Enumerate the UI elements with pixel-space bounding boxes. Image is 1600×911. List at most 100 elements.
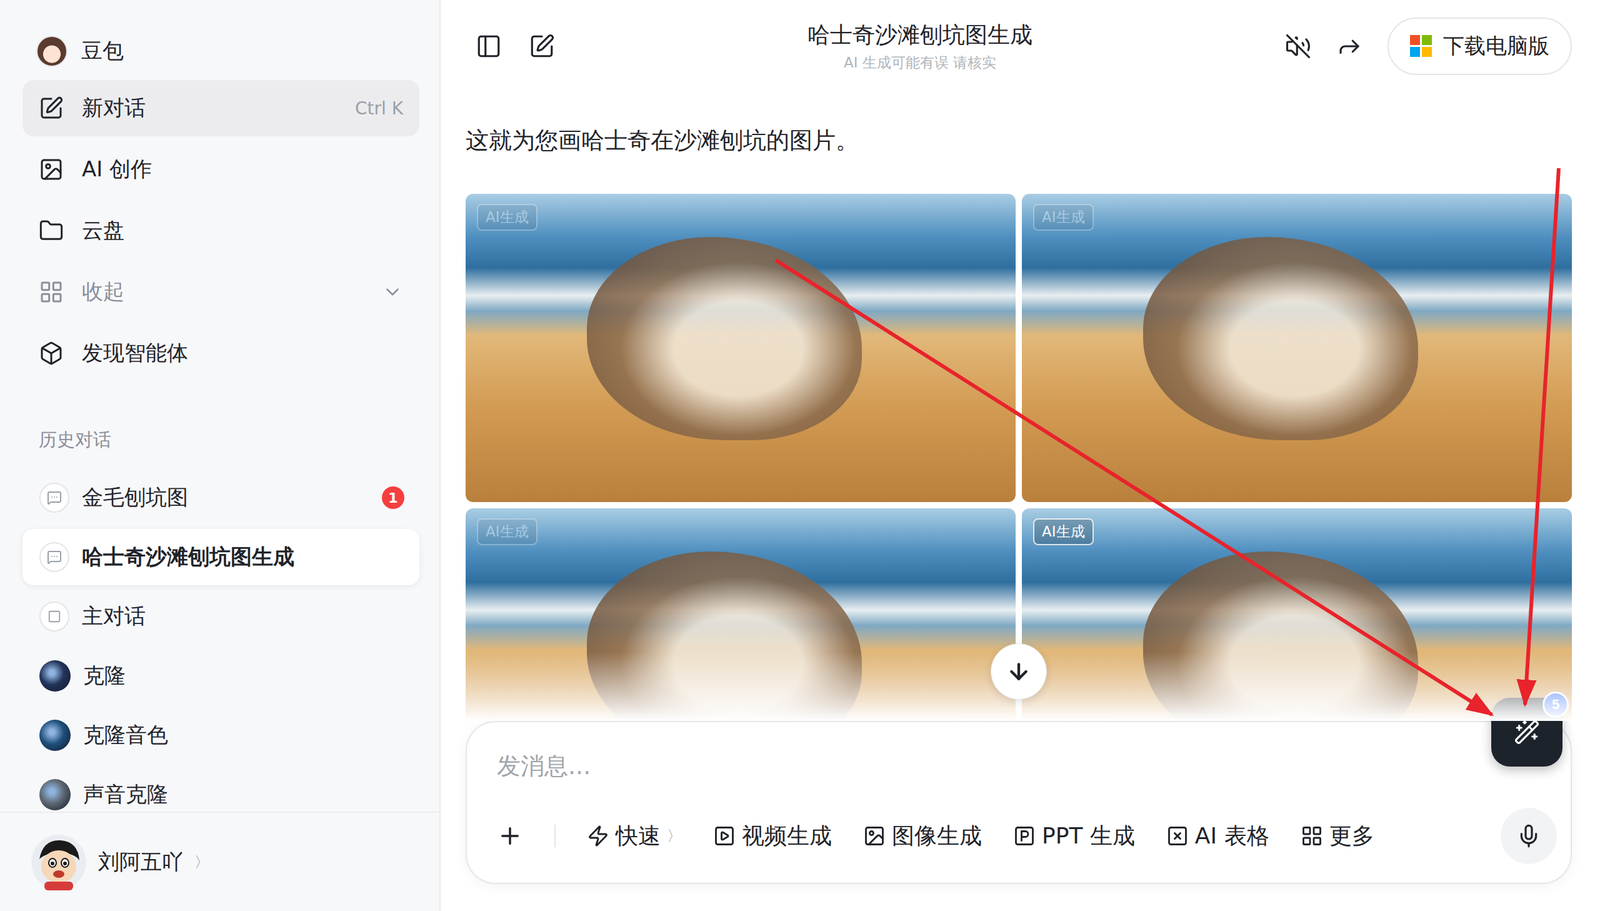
nav-item[interactable]: 收起 xyxy=(22,263,420,320)
history-label: 声音克隆 xyxy=(83,780,405,809)
nav-list: 新对话 Ctrl K AI 创作云盘收起发现智能体 xyxy=(0,80,440,382)
arrow-down-icon xyxy=(1006,658,1032,684)
scroll-down-button[interactable] xyxy=(990,643,1047,700)
tool-button[interactable]: 更多 xyxy=(1300,820,1375,852)
tool-icon xyxy=(586,824,610,847)
tool-label: 视频生成 xyxy=(741,820,832,852)
sound-button[interactable] xyxy=(1285,33,1312,60)
nav-item[interactable]: AI 创作 xyxy=(22,141,420,198)
agent-avatar-icon xyxy=(39,778,71,810)
husky-figure xyxy=(586,551,862,721)
history-title: 历史对话 xyxy=(0,426,440,452)
note-icon xyxy=(39,601,70,632)
attach-button[interactable] xyxy=(496,822,524,849)
nav-label: AI 创作 xyxy=(81,155,404,184)
sidebar: 豆包新对话 Ctrl K AI 创作云盘收起发现智能体历史对话金毛刨坑图 1 哈士奇沙滩… xyxy=(0,0,441,911)
generated-image[interactable]: AI生成 xyxy=(1021,508,1572,721)
tool-button[interactable]: 视频生成 xyxy=(713,820,832,852)
chat-bubble-icon xyxy=(46,490,62,505)
composer-section: 快速〉视频生成图像生成PPT 生成AI 表格更多5 xyxy=(440,720,1600,911)
new-chat-button[interactable] xyxy=(528,33,555,60)
share-icon xyxy=(1336,33,1363,60)
tool-icon xyxy=(863,824,886,847)
tool-label: 图像生成 xyxy=(891,820,982,852)
voice-button[interactable] xyxy=(1500,807,1557,864)
husky-figure xyxy=(1143,551,1419,721)
nav-icon xyxy=(38,95,64,121)
history-item[interactable]: 声音克隆 xyxy=(22,766,420,812)
nav-item[interactable]: 云盘 xyxy=(22,202,420,259)
shortcut: Ctrl K xyxy=(355,98,404,119)
nav-icon xyxy=(38,156,64,182)
annotation-arrow xyxy=(775,260,1492,715)
generated-image[interactable]: AI生成 xyxy=(465,508,1016,721)
ai-badge: AI生成 xyxy=(1033,518,1094,545)
nav-icon xyxy=(38,340,64,366)
unread-badge: 1 xyxy=(381,486,405,509)
chat-area: 这就为您画哈士奇在沙滩刨坑的图片。AI生成AI生成AI生成AI生成 xyxy=(440,91,1600,721)
history-item[interactable]: 克隆 xyxy=(22,647,420,704)
assistant-message: 这就为您画哈士奇在沙滩刨坑的图片。 xyxy=(465,125,1572,157)
tool-icon xyxy=(1300,824,1324,847)
panel-left-icon xyxy=(475,33,502,60)
image-grid: AI生成AI生成AI生成AI生成 xyxy=(465,193,1572,721)
user-chevron: 〉 xyxy=(194,851,210,872)
agent-avatar-icon xyxy=(39,719,71,751)
composer: 快速〉视频生成图像生成PPT 生成AI 表格更多5 xyxy=(465,720,1572,884)
tool-chevron: 〉 xyxy=(666,825,682,846)
message-input[interactable] xyxy=(496,750,1557,782)
generated-image[interactable]: AI生成 xyxy=(465,193,1016,502)
user-avatar-icon xyxy=(30,833,87,890)
toggle-sidebar-button[interactable] xyxy=(475,33,502,60)
history-item[interactable]: 金毛刨坑图 1 xyxy=(22,469,420,526)
history-label: 克隆音色 xyxy=(83,720,405,750)
tool-icon xyxy=(1166,824,1189,847)
nav-label: 发现智能体 xyxy=(81,338,404,368)
annotation-arrow xyxy=(1525,168,1559,705)
tool-icon xyxy=(713,824,736,847)
history-label: 哈士奇沙滩刨坑图生成 xyxy=(81,542,405,572)
chat-icon xyxy=(39,541,70,572)
tool-button[interactable]: 图像生成 xyxy=(863,820,982,852)
share-button[interactable] xyxy=(1336,33,1363,60)
tool-label: 快速 xyxy=(615,820,661,852)
header-left xyxy=(475,33,555,60)
nav-item[interactable]: 新对话 Ctrl K xyxy=(22,80,420,137)
history-item[interactable]: 哈士奇沙滩刨坑图生成 xyxy=(22,528,420,585)
tool-label: AI 表格 xyxy=(1195,820,1270,852)
chevron-down-icon xyxy=(381,281,404,303)
nav-label: 新对话 xyxy=(81,93,337,123)
user-profile[interactable]: 刘阿五吖〉 xyxy=(0,811,440,911)
plus-icon xyxy=(496,822,524,849)
chat-icon xyxy=(39,482,70,513)
history-label: 金毛刨坑图 xyxy=(81,483,370,512)
history-item[interactable]: 主对话 xyxy=(22,588,420,645)
chat-bubble-icon xyxy=(46,549,62,565)
assistant-button[interactable]: 5 xyxy=(1491,697,1563,767)
download-label: 下载电脑版 xyxy=(1443,31,1550,61)
download-button[interactable]: 下载电脑版 xyxy=(1387,17,1572,75)
generated-image[interactable]: AI生成 xyxy=(1021,193,1572,502)
header: 哈士奇沙滩刨坑图生成AI 生成可能有误 请核实 下载电脑版 xyxy=(440,0,1600,92)
assistant-badge: 5 xyxy=(1542,691,1569,718)
main: 哈士奇沙滩刨坑图生成AI 生成可能有误 请核实 下载电脑版这就为您画哈士奇在沙滩刨… xyxy=(440,0,1600,911)
history-label: 主对话 xyxy=(81,601,405,631)
husky-figure xyxy=(586,236,862,440)
history-label: 克隆 xyxy=(83,661,405,690)
history-list: 金毛刨坑图 1 哈士奇沙滩刨坑图生成主对话克隆克隆音色声音克隆 xyxy=(0,451,440,812)
tool-button[interactable]: PPT 生成 xyxy=(1013,820,1135,852)
tool-button[interactable]: AI 表格 xyxy=(1166,820,1270,852)
windows-logo-icon xyxy=(1410,35,1432,57)
sound-off-icon xyxy=(1285,33,1312,60)
header-title: 哈士奇沙滩刨坑图生成AI 生成可能有误 请核实 xyxy=(555,20,1285,73)
nav-item[interactable]: 发现智能体 xyxy=(22,325,420,382)
tool-button[interactable]: 快速〉 xyxy=(586,820,682,852)
ai-badge: AI生成 xyxy=(476,518,538,545)
tool-row: 快速〉 视频生成 图像生成 PPT 生成 AI 表格更多 xyxy=(496,807,1557,864)
brand-name: 豆包 xyxy=(81,36,124,66)
nav-label: 云盘 xyxy=(81,216,404,245)
brand[interactable]: 豆包 xyxy=(0,22,440,80)
history-item[interactable]: 克隆音色 xyxy=(22,706,420,764)
app: 豆包新对话 Ctrl K AI 创作云盘收起发现智能体历史对话金毛刨坑图 1 哈士奇沙滩… xyxy=(0,0,1600,911)
magic-wand-icon xyxy=(1513,718,1540,745)
